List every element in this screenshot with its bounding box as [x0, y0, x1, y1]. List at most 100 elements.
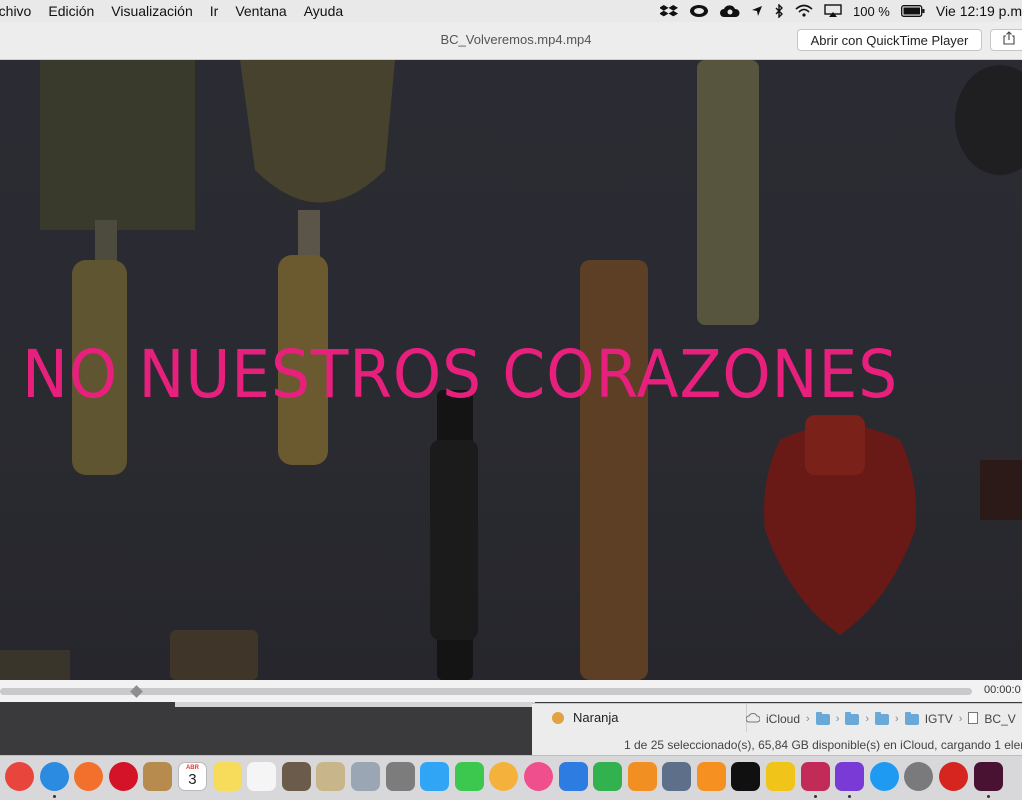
app-menus: rchivo Edición Visualización Ir Ventana … [0, 3, 360, 19]
photos-edit-icon [350, 762, 380, 791]
running-indicator [848, 795, 852, 798]
contacts-icon [143, 762, 173, 791]
pages-icon [627, 762, 657, 791]
wifi-icon[interactable] [795, 0, 813, 22]
tag-orange[interactable]: Naranja [552, 710, 619, 725]
dock-numbers[interactable] [592, 760, 623, 793]
calendar-day: 3 [188, 771, 197, 788]
share-icon [1003, 30, 1015, 50]
menu-visualizacion[interactable]: Visualización [111, 3, 192, 19]
video-caption: NO NUESTROS CORAZONES [22, 336, 899, 413]
dock-firefox[interactable] [73, 760, 104, 793]
dock-itunes[interactable] [523, 760, 554, 793]
dock: ABR 3 [0, 755, 1022, 800]
menu-bar: rchivo Edición Visualización Ir Ventana … [0, 0, 1022, 22]
dock-photos[interactable] [488, 760, 519, 793]
backup-cloud-icon[interactable] [719, 0, 740, 22]
running-indicator [986, 795, 990, 798]
path-item-file[interactable]: BC_V [984, 712, 1015, 726]
chrome-icon [5, 762, 34, 791]
dropbox-icon[interactable] [659, 0, 678, 22]
status-menus: 100 % Vie 12:19 p.m [659, 0, 1022, 22]
dock-ibooks[interactable] [696, 760, 727, 793]
battery-icon[interactable] [900, 0, 925, 22]
dock-safari[interactable] [39, 760, 70, 798]
dock-kindle[interactable] [730, 760, 761, 793]
video-frame[interactable]: NO NUESTROS CORAZONES [0, 60, 1022, 680]
dock-app-store[interactable] [869, 760, 900, 793]
firefox-icon [74, 762, 104, 791]
dock-opera[interactable] [108, 760, 139, 793]
chevron-right-icon: › [806, 713, 810, 725]
share-button[interactable] [990, 29, 1022, 51]
window-title-bar: BC_Volveremos.mp4.mp4 Abrir con QuickTim… [0, 22, 1022, 60]
dock-system-preferences[interactable] [903, 760, 934, 793]
folder-icon[interactable] [875, 711, 890, 725]
window-edge [175, 702, 535, 707]
notes-icon [212, 762, 242, 791]
ibooks-icon [696, 762, 726, 791]
system-preferences-icon [904, 762, 934, 791]
path-bar: iCloud › › › › IGTV › BC_V [745, 710, 1016, 728]
playback-time: 00:00:0 [984, 684, 1021, 696]
dock-photos-edit[interactable] [350, 760, 381, 793]
dock-keynote[interactable] [558, 760, 589, 793]
dock-calendar[interactable]: ABR 3 [177, 760, 208, 793]
menu-ventana[interactable]: Ventana [235, 3, 286, 19]
affinity-icon [800, 762, 830, 791]
menu-edicion[interactable]: Edición [48, 3, 94, 19]
dock-messages[interactable] [419, 760, 450, 793]
dock-indesign[interactable] [973, 760, 1004, 798]
tag-label: Naranja [573, 710, 619, 725]
menu-ir[interactable]: Ir [210, 3, 219, 19]
calculator-icon [281, 762, 311, 791]
chevron-right-icon: › [865, 713, 870, 725]
chevron-right-icon: › [958, 713, 963, 725]
open-with-quicktime-button[interactable]: Abrir con QuickTime Player [797, 29, 982, 51]
orange-tag-icon [552, 711, 564, 724]
chevron-right-icon: › [835, 713, 840, 725]
dock-cyberduck[interactable] [765, 760, 796, 793]
dock-image-capture[interactable] [661, 760, 692, 793]
location-icon[interactable] [751, 0, 763, 22]
dock-reminders[interactable] [246, 760, 277, 793]
app-store-icon [869, 762, 899, 791]
folder-icon[interactable] [845, 711, 860, 725]
menu-ayuda[interactable]: Ayuda [304, 3, 343, 19]
creative-cloud-icon[interactable] [689, 0, 709, 22]
dock-imovie[interactable] [834, 760, 865, 798]
folder-icon[interactable] [815, 711, 830, 725]
battery-percent[interactable]: 100 % [853, 4, 890, 19]
dock-chrome[interactable] [4, 760, 35, 793]
scrubber-track[interactable] [0, 688, 972, 695]
photos-icon [489, 762, 519, 791]
dock-contacts[interactable] [142, 760, 173, 793]
dock-creative-cloud[interactable] [938, 760, 969, 793]
dock-preview[interactable] [315, 760, 346, 793]
dock-notes[interactable] [212, 760, 243, 793]
bluetooth-icon[interactable] [774, 0, 784, 22]
dock-facetime[interactable] [454, 760, 485, 793]
path-item-igtv[interactable]: IGTV [925, 712, 953, 726]
menu-archivo[interactable]: rchivo [0, 3, 31, 19]
creative-cloud-icon [939, 762, 969, 791]
clock[interactable]: Vie 12:19 p.m [936, 3, 1022, 19]
numbers-icon [593, 762, 623, 791]
path-item-icloud[interactable]: iCloud [766, 712, 800, 726]
messages-icon [420, 762, 450, 791]
screenshot-icon [385, 762, 415, 791]
dock-affinity[interactable] [800, 760, 831, 798]
file-icon [968, 711, 979, 727]
dock-pages[interactable] [627, 760, 658, 793]
running-indicator [813, 795, 817, 798]
folder-icon [904, 711, 919, 725]
kindle-icon [731, 762, 761, 791]
airplay-icon[interactable] [824, 0, 842, 22]
safari-icon [39, 762, 69, 791]
dock-calculator[interactable] [281, 760, 312, 793]
finder-status-bar: 1 de 25 seleccionado(s), 65,84 GB dispon… [624, 738, 1022, 752]
icloud-icon [745, 712, 761, 726]
reminders-icon [247, 762, 277, 791]
dock-screenshot[interactable] [385, 760, 416, 793]
itunes-icon [523, 762, 553, 791]
